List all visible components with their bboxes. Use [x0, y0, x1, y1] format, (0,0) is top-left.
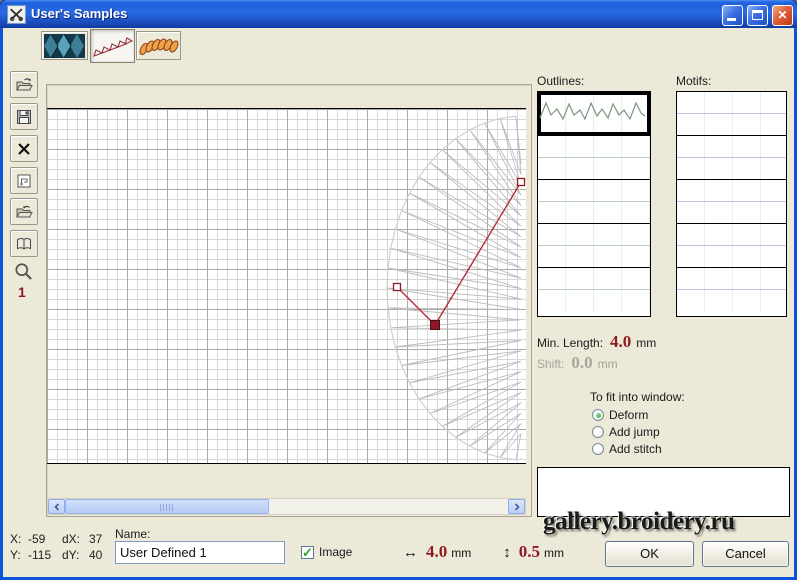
save-button[interactable] [10, 103, 38, 130]
stitch-canvas[interactable] [47, 108, 526, 464]
motif-cell[interactable] [677, 92, 786, 136]
scrollbar-thumb[interactable] [65, 499, 269, 514]
outline-cell[interactable] [538, 224, 650, 268]
x-value: -59 [28, 531, 62, 547]
fit-group-label: To fit into window: [590, 390, 685, 404]
radio-row-add-jump[interactable]: Add jump [592, 425, 660, 439]
dx-label: dX: [62, 531, 89, 547]
shift-unit: mm [598, 357, 618, 371]
width-unit: mm [451, 546, 471, 560]
radio-deform-label: Deform [609, 408, 648, 422]
image-checkbox-label: Image [319, 545, 352, 559]
outlines-label: Outlines: [537, 74, 584, 88]
y-value: -115 [28, 547, 62, 563]
open-button[interactable] [10, 71, 38, 98]
outline-cell[interactable] [538, 136, 650, 180]
maximize-button[interactable] [747, 5, 768, 26]
book-icon [15, 235, 33, 253]
outline-cell[interactable] [538, 92, 650, 136]
close-icon: ✕ [773, 8, 792, 23]
minimize-button[interactable] [722, 5, 743, 26]
scroll-left-button[interactable] [48, 499, 65, 514]
delete-x-icon [15, 140, 33, 158]
zoom-level: 1 [18, 284, 26, 300]
watermark: gallery.broidery.ru [543, 508, 734, 536]
dy-value: 40 [89, 547, 115, 563]
height-unit: mm [544, 546, 564, 560]
radio-add-stitch[interactable] [592, 443, 604, 455]
maximize-icon [752, 10, 763, 20]
thumb-grip [160, 504, 174, 511]
shift-label: Shift: [537, 357, 564, 371]
motif-cell[interactable] [677, 180, 786, 224]
image-checkbox-row[interactable]: Image [301, 545, 352, 559]
shift-row: Shift: 0.0 mm [537, 353, 618, 373]
x-label: X: [10, 531, 28, 547]
contour-button[interactable] [10, 167, 38, 194]
title-bar[interactable]: User's Samples ✕ [0, 0, 797, 28]
chevron-left-icon [53, 503, 61, 511]
outline-cell[interactable] [538, 180, 650, 224]
ok-button[interactable]: OK [605, 541, 694, 567]
horizontal-scrollbar[interactable] [47, 498, 526, 515]
min-length-row: Min. Length: 4.0 mm [537, 332, 656, 352]
outline-pattern-icon [92, 32, 133, 60]
open-folder-icon [15, 76, 33, 94]
min-length-unit: mm [636, 336, 656, 350]
radio-row-deform[interactable]: Deform [592, 408, 648, 422]
name-label: Name: [115, 527, 150, 541]
motif-sample-button[interactable] [136, 31, 181, 60]
motif-cell[interactable] [677, 268, 786, 312]
magnifier-icon [12, 261, 36, 285]
radio-row-add-stitch[interactable]: Add stitch [592, 442, 662, 456]
window-title: User's Samples [31, 0, 127, 28]
outline-cell[interactable] [538, 268, 650, 312]
radio-add-stitch-label: Add stitch [609, 442, 662, 456]
motif-cell[interactable] [677, 136, 786, 180]
contour-icon [15, 172, 33, 190]
dy-label: dY: [62, 547, 89, 563]
fill-pattern-icon [44, 34, 85, 58]
min-length-value: 4.0 [610, 332, 631, 352]
outlines-list [537, 91, 651, 317]
motif-pattern-icon [138, 34, 179, 58]
save-icon [15, 108, 33, 126]
motifs-label: Motifs: [676, 74, 711, 88]
delete-button[interactable] [10, 135, 38, 162]
radio-add-jump-label: Add jump [609, 425, 660, 439]
motifs-list [676, 91, 787, 317]
scroll-right-button[interactable] [508, 499, 525, 514]
height-value: 0.5 [519, 542, 540, 562]
y-label: Y: [10, 547, 28, 563]
zoom-tool[interactable] [12, 261, 36, 285]
dx-value: 37 [89, 531, 115, 547]
fill-sample-button[interactable] [41, 31, 88, 60]
coordinates-status: X:-59dX:37 Y:-115dY:40 [10, 531, 115, 563]
minimize-icon [727, 18, 736, 21]
users-samples-dialog: User's Samples ✕ [0, 0, 797, 580]
chevron-right-icon [513, 503, 521, 511]
radio-add-jump[interactable] [592, 426, 604, 438]
app-icon [7, 5, 26, 24]
zigzag-preview [538, 92, 646, 134]
cancel-button[interactable]: Cancel [702, 541, 789, 567]
import-folder-icon [15, 203, 33, 221]
library-button[interactable] [10, 230, 38, 257]
close-button[interactable]: ✕ [772, 5, 793, 26]
radio-deform[interactable] [592, 409, 604, 421]
shift-value: 0.0 [571, 353, 592, 373]
name-input[interactable] [115, 541, 285, 564]
image-checkbox[interactable] [301, 546, 314, 559]
stitch-drawing [47, 109, 526, 464]
height-arrow-icon: ↕ [503, 544, 511, 561]
width-arrow-icon: ↔ [403, 544, 418, 561]
dimensions-row: ↔ 4.0 mm ↕ 0.5 mm [403, 542, 564, 562]
import-button[interactable] [10, 198, 38, 225]
width-value: 4.0 [426, 542, 447, 562]
min-length-label: Min. Length: [537, 336, 603, 350]
outline-sample-button[interactable] [90, 29, 135, 63]
motif-cell[interactable] [677, 224, 786, 268]
